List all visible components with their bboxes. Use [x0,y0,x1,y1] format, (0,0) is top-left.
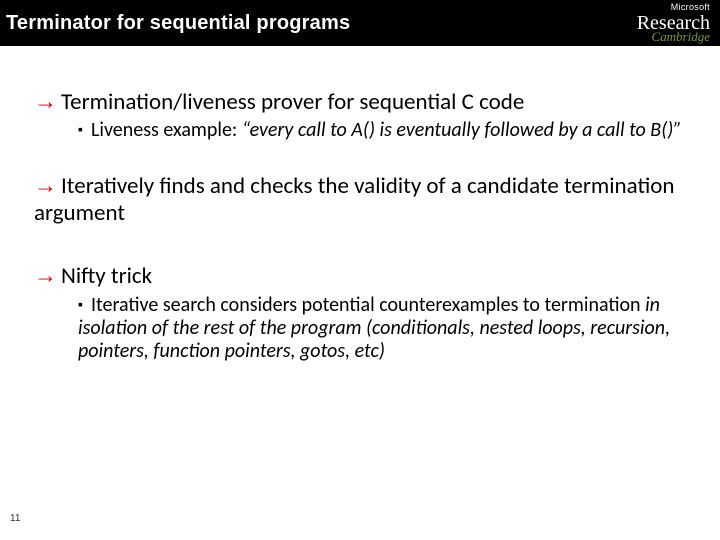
logo-cambridge: Cambridge [652,30,711,43]
arrow-icon: → [34,88,57,114]
page-number: 11 [10,513,20,524]
sub-bullet-quote: “every call to A() is eventually followe… [242,118,682,142]
slide: Terminator for sequential programs Micro… [0,0,720,540]
bullet-level1: →Termination/liveness prover for sequent… [34,88,700,115]
bullet-block-2: →Iteratively finds and checks the validi… [34,172,700,226]
bullet-level1: →Iteratively finds and checks the validi… [34,172,700,226]
sub-bullet-prefix: Iterative search considers potential cou… [91,293,645,317]
slide-content: →Termination/liveness prover for sequent… [0,46,720,363]
square-icon: ▪ [78,122,83,138]
slide-title: Terminator for sequential programs [6,12,350,35]
bullet-level1: →Nifty trick [34,262,700,289]
bullet-block-3: →Nifty trick ▪ Iterative search considers… [34,262,700,362]
bullet-text: Iteratively finds and checks the validit… [34,172,674,226]
bullet-text: Nifty trick [61,262,152,290]
bullet-level2: ▪ Liveness example: “every call to A() is… [78,119,700,142]
square-icon: ▪ [78,297,83,313]
logo-microsoft: Microsoft [671,3,710,12]
arrow-icon: → [34,262,57,288]
arrow-icon: → [34,172,57,198]
sub-bullet-prefix: Liveness example: [91,118,242,142]
bullet-level2: ▪ Iterative search considers potential co… [78,294,700,363]
bullet-text: Termination/liveness prover for sequenti… [61,88,524,116]
msr-logo: Microsoft Research Cambridge [637,3,710,43]
bullet-block-1: →Termination/liveness prover for sequent… [34,88,700,142]
title-bar: Terminator for sequential programs Micro… [0,0,720,46]
